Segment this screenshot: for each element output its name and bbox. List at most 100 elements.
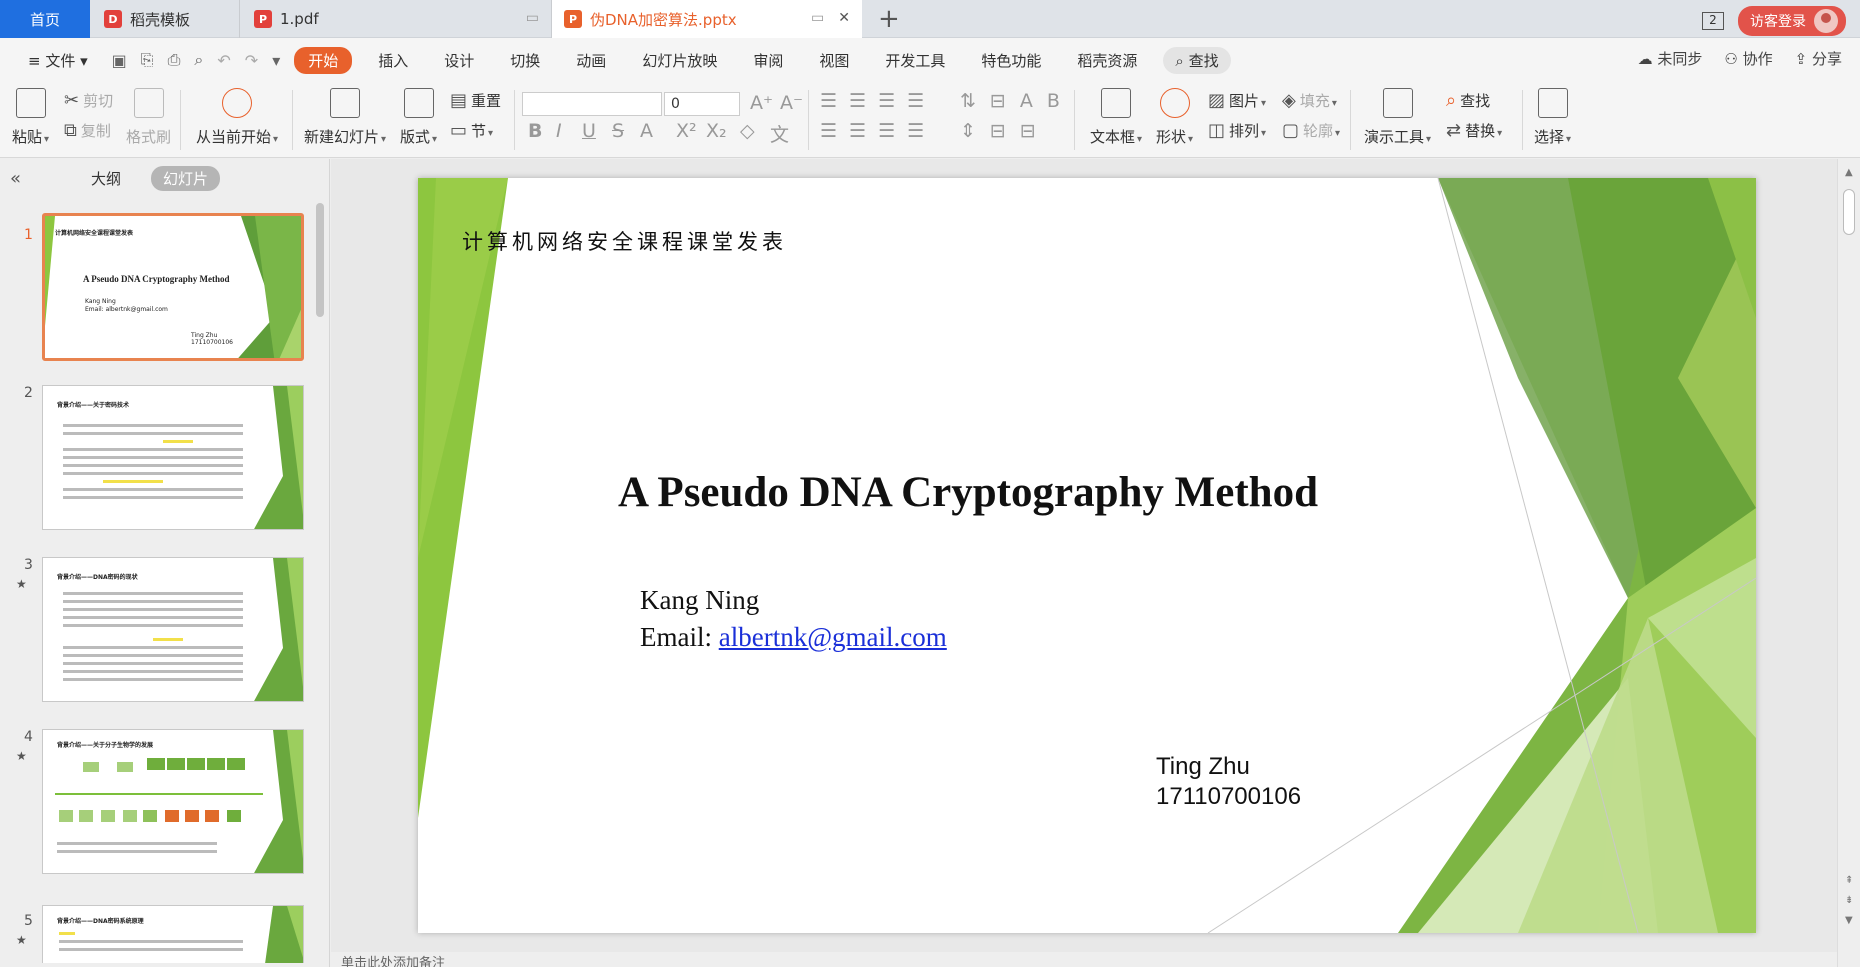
- save-icon[interactable]: ▣: [112, 51, 127, 70]
- menu-home[interactable]: 开始: [294, 46, 353, 74]
- sync-button[interactable]: ☁ 未同步: [1638, 48, 1703, 69]
- share-button[interactable]: ⇪ 分享: [1795, 48, 1842, 69]
- menu-insert[interactable]: 插入: [368, 47, 418, 74]
- slide-thumbnail-3[interactable]: 背景介绍——DNA密码的现状: [42, 557, 304, 702]
- close-icon[interactable]: ✕: [838, 10, 850, 26]
- pdf-icon: P: [254, 10, 272, 28]
- superscript-icon[interactable]: X²: [676, 120, 697, 142]
- slide-header-text: 计算机网络安全课程课堂发表: [462, 230, 787, 254]
- clear-format-icon[interactable]: ◇: [740, 120, 755, 142]
- pptx-icon: P: [564, 10, 582, 28]
- menu-docer-resources[interactable]: 稻壳资源: [1067, 47, 1147, 74]
- shape-button[interactable]: 形状: [1156, 88, 1193, 147]
- slide-thumbnail-5[interactable]: 背景介绍——DNA密码系统原理: [42, 905, 304, 963]
- export-icon[interactable]: ⎘: [141, 50, 154, 70]
- vertical-scrollbar[interactable]: ▲ ⇞ ⇟ ▼: [1837, 159, 1860, 967]
- menu-features[interactable]: 特色功能: [971, 47, 1051, 74]
- arrange-button[interactable]: ◫ 排列: [1208, 120, 1266, 141]
- print-preview-icon[interactable]: ⌕: [194, 50, 203, 70]
- outline-label: 轮廓: [1303, 120, 1340, 141]
- menu-review[interactable]: 审阅: [743, 47, 793, 74]
- customize-icon[interactable]: ▾: [272, 51, 280, 70]
- find-button[interactable]: ⌕ 查找: [1446, 90, 1490, 111]
- window-count-icon[interactable]: 2: [1702, 12, 1724, 30]
- paragraph-icons-bottom[interactable]: ☰☰☰☰: [820, 120, 936, 142]
- line-spacing-icons[interactable]: ⇕⊟⊟: [960, 120, 1050, 142]
- scroll-thumb[interactable]: [1843, 189, 1855, 235]
- play-from-current-label: 从当前开始: [196, 126, 278, 147]
- tab-pptx[interactable]: P 伪DNA加密算法.pptx ▭ ✕: [552, 0, 862, 38]
- decrease-font-icon[interactable]: A⁻: [780, 92, 803, 114]
- strikethrough-icon[interactable]: S: [612, 120, 624, 142]
- page-down-icon[interactable]: ⇟: [1845, 895, 1853, 906]
- presentation-icon: [1382, 88, 1413, 118]
- format-painter-button[interactable]: 格式刷: [126, 88, 171, 147]
- cut-button[interactable]: ✂ 剪切: [64, 90, 113, 111]
- menu-developer[interactable]: 开发工具: [875, 47, 955, 74]
- docer-icon: D: [104, 10, 122, 28]
- menu-view[interactable]: 视图: [809, 47, 859, 74]
- collapse-panel-icon[interactable]: «: [10, 168, 21, 189]
- paste-button[interactable]: 粘贴: [12, 88, 49, 147]
- collaborate-button[interactable]: ⚇ 协作: [1724, 48, 1772, 69]
- slide-4-decoration: [55, 730, 303, 873]
- tab-docer-templates[interactable]: D 稻壳模板: [92, 0, 240, 38]
- section-button[interactable]: ▭ 节: [450, 120, 493, 141]
- text-direction-icons[interactable]: ⇅⊟AB: [960, 90, 1074, 112]
- subscript-icon[interactable]: X₂: [706, 120, 727, 142]
- notes-pane[interactable]: 单击此处添加备注: [331, 952, 1837, 967]
- thumb-1-id: 17110700106: [191, 339, 233, 346]
- search-button[interactable]: ⌕ 查找: [1163, 46, 1231, 74]
- new-slide-button[interactable]: 新建幻灯片: [304, 88, 386, 147]
- slide-number: 5: [24, 913, 33, 929]
- new-tab-button[interactable]: +: [878, 4, 900, 34]
- file-menu[interactable]: ≡ 文件 ▾: [18, 47, 98, 74]
- scroll-up-icon[interactable]: ▲: [1845, 167, 1853, 178]
- scissors-icon: ✂: [64, 90, 80, 111]
- select-button[interactable]: 选择: [1534, 88, 1571, 147]
- pinyin-icon[interactable]: 文: [770, 120, 789, 147]
- window-icon[interactable]: ▭: [526, 10, 539, 26]
- fill-button[interactable]: ◈ 填充: [1282, 90, 1337, 111]
- slide-thumbnail-4[interactable]: 背景介绍——关于分子生物学的发展: [42, 729, 304, 874]
- italic-icon[interactable]: I: [556, 120, 562, 142]
- menu-transitions[interactable]: 切换: [500, 47, 550, 74]
- tab-pdf[interactable]: P 1.pdf ▭: [242, 0, 552, 38]
- copy-button[interactable]: ⧉ 复制: [64, 120, 111, 141]
- menu-design[interactable]: 设计: [434, 47, 484, 74]
- underline-icon[interactable]: U: [582, 120, 596, 142]
- undo-icon[interactable]: ↶: [217, 51, 230, 70]
- reset-button[interactable]: ▤ 重置: [450, 90, 501, 111]
- panel-scrollbar[interactable]: [316, 203, 324, 317]
- author-email-line: Email: albertnk@gmail.com: [640, 619, 947, 656]
- font-family-select[interactable]: [522, 92, 662, 116]
- bold-icon[interactable]: B: [528, 120, 542, 142]
- scroll-down-icon[interactable]: ▼: [1845, 915, 1853, 926]
- font-size-select[interactable]: 0: [664, 92, 740, 116]
- slides-tab[interactable]: 幻灯片: [151, 165, 221, 191]
- font-color-icon[interactable]: A: [640, 120, 653, 142]
- slide-thumbnail-2[interactable]: 背景介绍——关于密码技术: [42, 385, 304, 530]
- replace-button[interactable]: ⇄ 替换: [1446, 120, 1502, 141]
- menu-animations[interactable]: 动画: [566, 47, 616, 74]
- presentation-tools-button[interactable]: 演示工具: [1364, 88, 1431, 147]
- arrange-icon: ◫: [1208, 120, 1226, 141]
- paragraph-icons-top[interactable]: ☰☰☰☰: [820, 90, 936, 112]
- redo-icon[interactable]: ↷: [245, 51, 258, 70]
- email-link[interactable]: albertnk@gmail.com: [719, 622, 947, 652]
- play-from-current-button[interactable]: 从当前开始: [196, 88, 278, 147]
- picture-button[interactable]: ▨ 图片: [1208, 90, 1266, 111]
- tab-home[interactable]: 首页: [0, 0, 90, 38]
- menu-slideshow[interactable]: 幻灯片放映: [632, 47, 727, 74]
- window-icon[interactable]: ▭: [811, 10, 824, 26]
- slide-thumbnail-1[interactable]: 计算机网络安全课程课堂发表 A Pseudo DNA Cryptography …: [42, 213, 304, 361]
- outline-button[interactable]: ▢ 轮廓: [1282, 120, 1340, 141]
- slide-1-main[interactable]: 计算机网络安全课程课堂发表 A Pseudo DNA Cryptography …: [418, 178, 1756, 933]
- login-button[interactable]: 访客登录: [1738, 6, 1846, 36]
- print-icon[interactable]: ⎙: [168, 50, 181, 70]
- page-up-icon[interactable]: ⇞: [1845, 875, 1853, 886]
- textbox-button[interactable]: 文本框: [1090, 88, 1142, 147]
- layout-button[interactable]: 版式: [400, 88, 437, 147]
- increase-font-icon[interactable]: A⁺: [750, 92, 773, 114]
- outline-tab[interactable]: 大纲: [79, 166, 133, 191]
